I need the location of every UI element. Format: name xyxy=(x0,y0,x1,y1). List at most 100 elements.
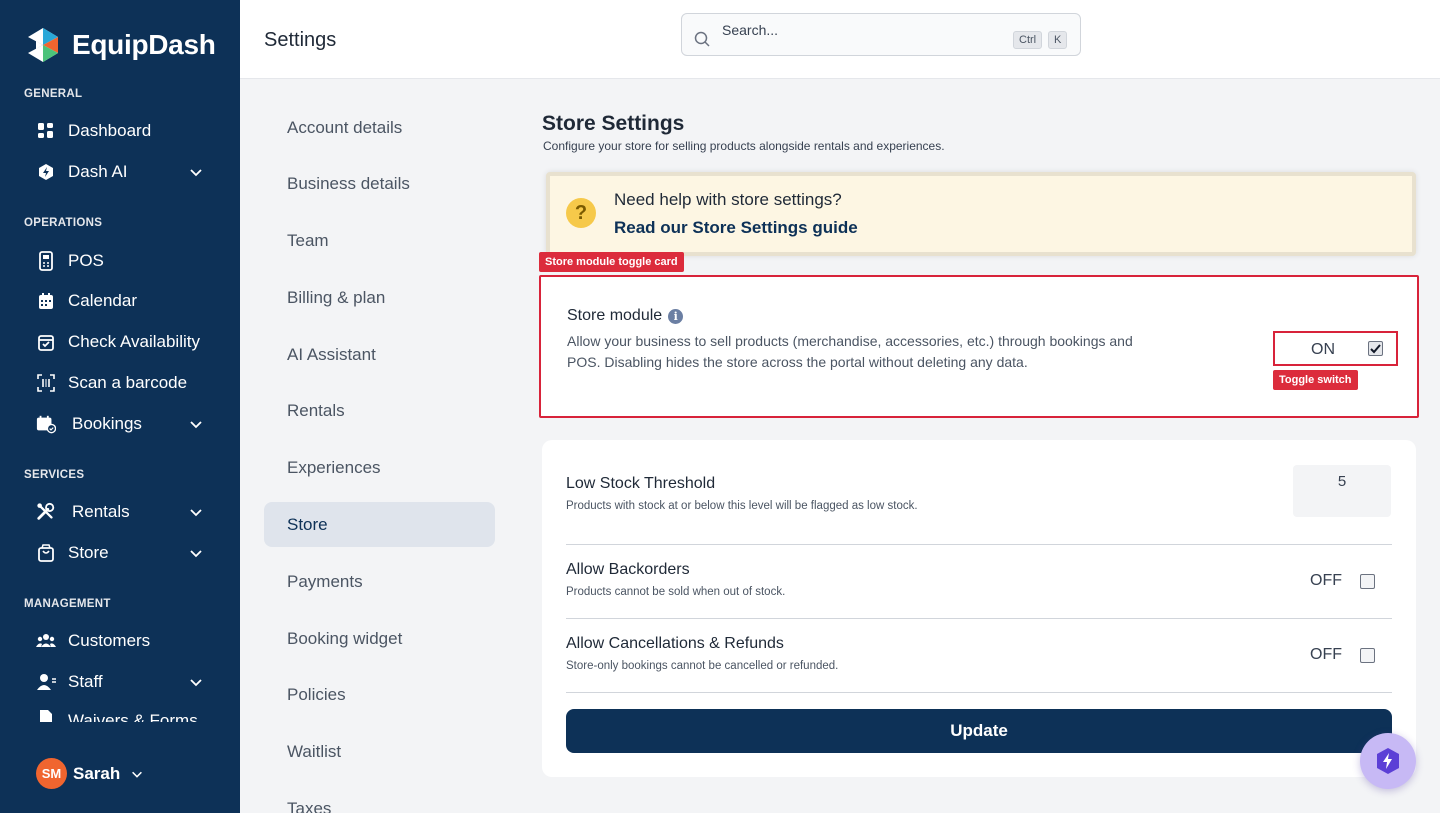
sidebar-item-label: Store xyxy=(68,543,109,562)
sidebar-item-label: Bookings xyxy=(72,414,142,433)
settings-item-payments[interactable]: Payments xyxy=(264,559,495,604)
chevron-down-icon[interactable] xyxy=(188,504,204,520)
backorders-description: Products cannot be sold when out of stoc… xyxy=(566,586,786,598)
annotation-tag-toggle: Toggle switch xyxy=(1273,370,1358,390)
help-banner: ? Need help with store settings? Read ou… xyxy=(546,172,1416,256)
sidebar-item-check-availability[interactable]: Check Availability xyxy=(36,327,216,357)
annotation-tag-card: Store module toggle card xyxy=(539,252,684,272)
search-placeholder: Search... xyxy=(722,22,779,38)
divider xyxy=(566,692,1392,693)
store-options-card: Low Stock Threshold Products with stock … xyxy=(542,440,1416,777)
chevron-down-icon xyxy=(132,771,143,778)
store-module-toggle[interactable]: ON xyxy=(1273,331,1398,366)
sidebar-item-rentals[interactable]: Rentals xyxy=(36,497,216,527)
backorders-title: Allow Backorders xyxy=(566,561,690,578)
ai-lightning-icon xyxy=(1377,748,1399,774)
equipdash-logo-icon xyxy=(28,28,58,62)
store-settings-guide-link[interactable]: Read our Store Settings guide xyxy=(614,218,858,238)
backorders-checkbox[interactable] xyxy=(1360,574,1375,589)
section-general: GENERAL xyxy=(24,88,83,100)
sidebar-item-store[interactable]: Store xyxy=(36,538,216,568)
section-title: Store Settings xyxy=(542,112,685,135)
avatar: SM xyxy=(36,758,67,789)
sidebar-item-label: Scan a barcode xyxy=(68,373,188,392)
section-description: Configure your store for selling product… xyxy=(543,139,945,153)
toggle-state-label: ON xyxy=(1311,341,1335,358)
shortcut-k-key: K xyxy=(1048,31,1068,49)
calendar-icon xyxy=(36,291,56,311)
search-input[interactable]: Search... Ctrl K xyxy=(681,13,1081,56)
sidebar-item-customers[interactable]: Customers xyxy=(36,626,216,656)
sidebar-item-waivers[interactable]: Waivers & Forms xyxy=(36,708,216,722)
cancellations-title: Allow Cancellations & Refunds xyxy=(566,635,784,652)
chevron-down-icon[interactable] xyxy=(188,674,204,690)
sidebar-item-pos[interactable]: POS xyxy=(36,246,216,276)
bookings-calendar-icon xyxy=(36,414,56,434)
staff-icon xyxy=(36,672,56,692)
cancellations-description: Store-only bookings cannot be cancelled … xyxy=(566,660,839,672)
brand-name: EquipDash xyxy=(72,29,216,60)
sidebar-item-dashboard[interactable]: Dashboard xyxy=(36,116,216,146)
assistant-fab[interactable] xyxy=(1360,733,1416,789)
sidebar-item-scan-barcode[interactable]: Scan a barcode xyxy=(36,368,216,398)
shortcut-ctrl-key: Ctrl xyxy=(1013,31,1043,49)
settings-item-experiences[interactable]: Experiences xyxy=(264,445,495,490)
section-operations: OPERATIONS xyxy=(24,217,103,229)
settings-item-store[interactable]: Store xyxy=(264,502,495,547)
sidebar: EquipDash GENERAL Dashboard Dash AI OPER… xyxy=(0,0,240,813)
grid-icon xyxy=(36,121,56,141)
user-name: Sarah xyxy=(73,763,121,783)
sidebar-item-label: POS xyxy=(68,251,104,270)
brand-logo[interactable]: EquipDash xyxy=(24,26,216,64)
settings-item-business-details[interactable]: Business details xyxy=(264,161,495,206)
chevron-down-icon[interactable] xyxy=(188,416,204,432)
low-stock-title: Low Stock Threshold xyxy=(566,475,716,492)
info-icon[interactable]: i xyxy=(668,308,684,324)
document-icon xyxy=(36,708,56,722)
sidebar-item-label: Dash AI xyxy=(68,162,128,181)
cancellations-state-label: OFF xyxy=(1310,646,1342,663)
settings-item-rentals[interactable]: Rentals xyxy=(264,388,495,433)
settings-item-ai-assistant[interactable]: AI Assistant xyxy=(264,332,495,377)
store-module-card: Store module i Allow your business to se… xyxy=(539,275,1419,418)
store-module-title-row: Store module i xyxy=(567,307,684,325)
sidebar-item-label: Waivers & Forms xyxy=(68,711,198,722)
page-title: Settings xyxy=(264,29,337,51)
top-header: Settings Search... Ctrl K xyxy=(240,0,1440,79)
settings-item-policies[interactable]: Policies xyxy=(264,672,495,717)
settings-item-billing[interactable]: Billing & plan xyxy=(264,275,495,320)
settings-item-team[interactable]: Team xyxy=(264,218,495,263)
sidebar-item-staff[interactable]: Staff xyxy=(36,667,216,697)
barcode-icon xyxy=(36,373,56,393)
store-module-description: Allow your business to sell products (me… xyxy=(567,333,1133,370)
sidebar-item-label: Staff xyxy=(68,672,103,691)
divider xyxy=(566,618,1392,619)
sidebar-item-bookings[interactable]: Bookings xyxy=(36,409,216,439)
settings-item-booking-widget[interactable]: Booking widget xyxy=(264,616,495,661)
ai-shield-icon xyxy=(36,162,56,182)
shopping-bag-icon xyxy=(36,543,56,563)
store-module-checkbox[interactable] xyxy=(1368,341,1383,356)
sidebar-item-label: Rentals xyxy=(72,502,130,521)
user-menu[interactable]: SM Sarah xyxy=(36,758,144,789)
store-module-title: Store module xyxy=(567,307,663,324)
sidebar-item-calendar[interactable]: Calendar xyxy=(36,286,216,316)
low-stock-threshold-input[interactable]: 5 xyxy=(1293,465,1391,517)
settings-item-waitlist[interactable]: Waitlist xyxy=(264,729,495,774)
backorders-state-label: OFF xyxy=(1310,572,1342,589)
sidebar-item-label: Check Availability xyxy=(68,332,200,351)
sidebar-item-label: Customers xyxy=(68,631,151,650)
help-question: Need help with store settings? xyxy=(614,190,842,209)
calendar-check-icon xyxy=(36,332,56,352)
low-stock-description: Products with stock at or below this lev… xyxy=(566,500,918,512)
update-button[interactable]: Update xyxy=(566,709,1392,753)
section-services: SERVICES xyxy=(24,469,85,481)
chevron-down-icon[interactable] xyxy=(188,545,204,561)
sidebar-item-dash-ai[interactable]: Dash AI xyxy=(36,157,216,187)
cancellations-checkbox[interactable] xyxy=(1360,648,1375,663)
settings-item-account-details[interactable]: Account details xyxy=(264,105,495,150)
settings-item-taxes[interactable]: Taxes xyxy=(264,786,495,813)
question-icon: ? xyxy=(566,198,596,228)
chevron-down-icon[interactable] xyxy=(188,164,204,180)
search-icon xyxy=(694,31,710,47)
